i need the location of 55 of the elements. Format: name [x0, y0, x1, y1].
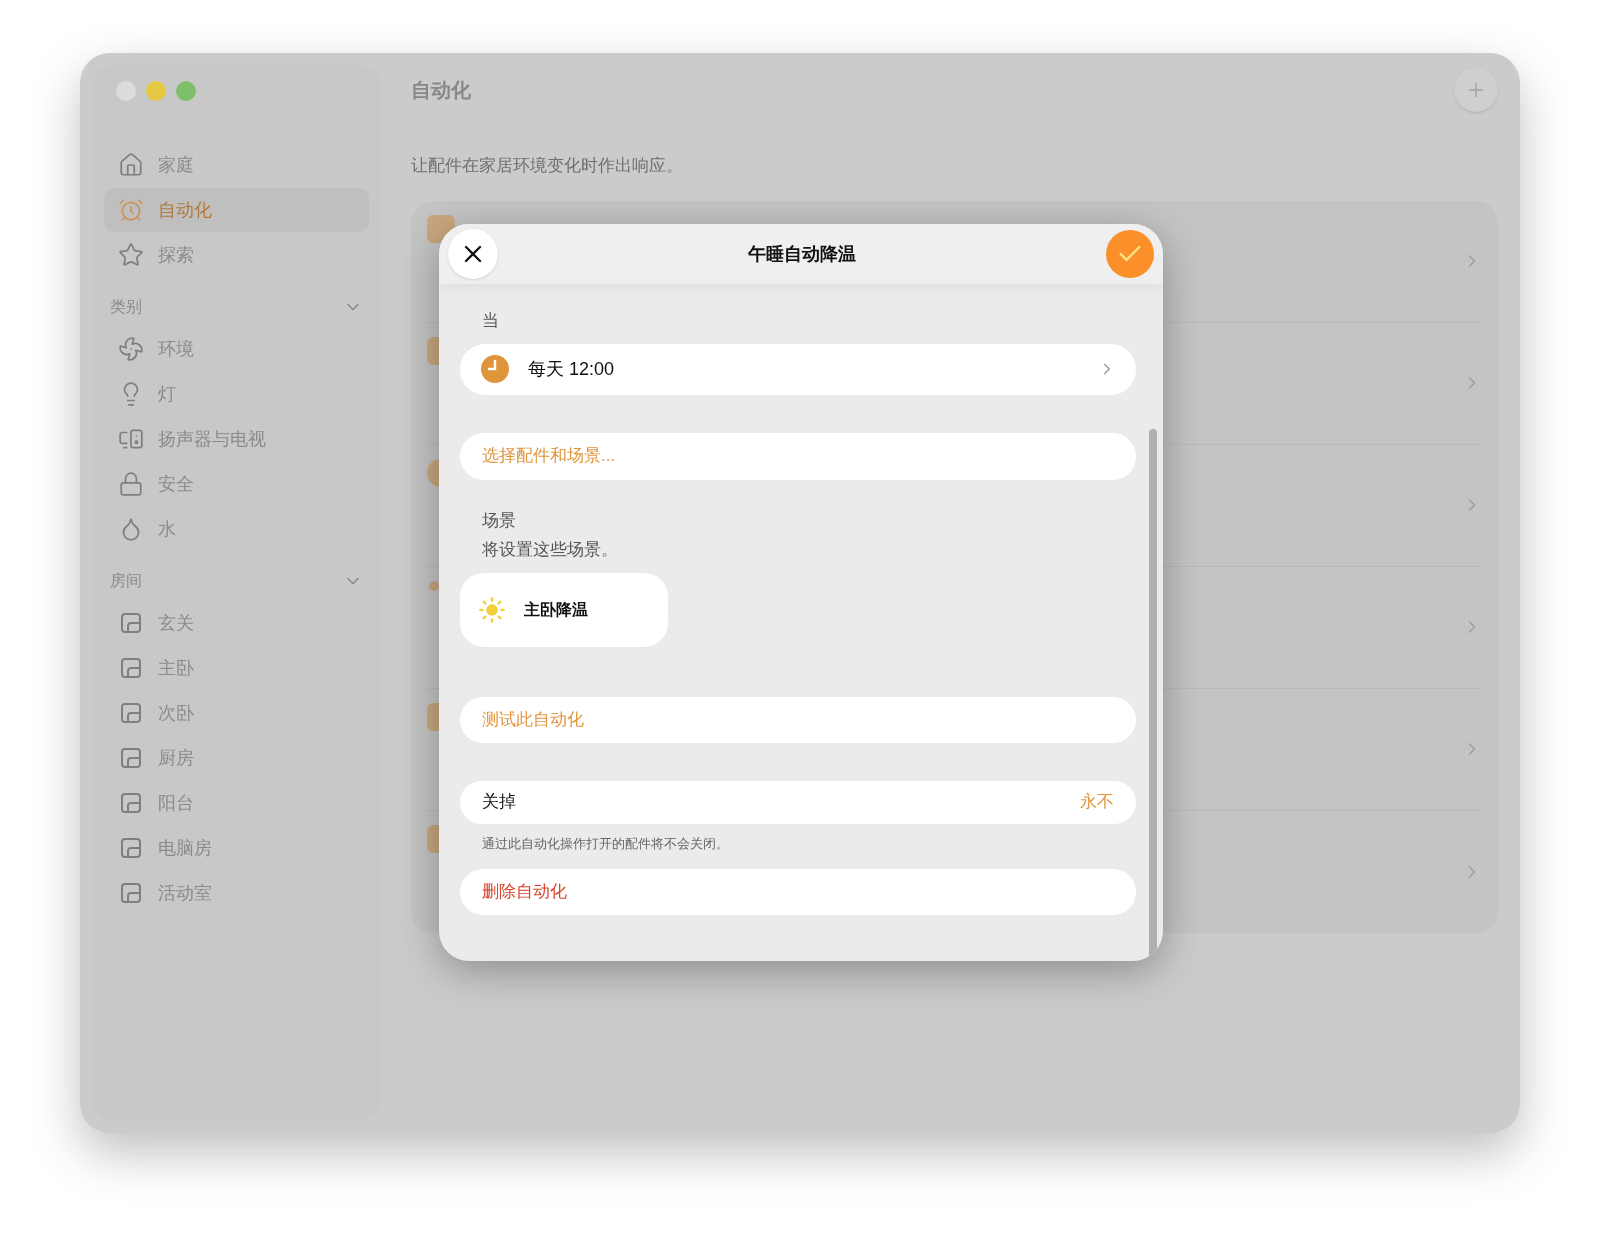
- sidebar-item[interactable]: 探索: [104, 233, 369, 277]
- automation-icon: [429, 580, 439, 591]
- close-button[interactable]: [448, 229, 498, 279]
- trigger-row[interactable]: 每天 12:00: [460, 343, 1136, 395]
- turn-off-value: 永不: [1080, 791, 1114, 814]
- scene-tile[interactable]: 主卧降温: [460, 572, 668, 647]
- sidebar-item[interactable]: 阳台: [104, 781, 369, 825]
- scene-name: 主卧降温: [524, 599, 588, 620]
- lock-icon: [118, 471, 144, 497]
- section-label: 当: [482, 310, 500, 332]
- sidebar-item[interactable]: 扬声器与电视: [104, 417, 369, 461]
- monitor-speaker-icon: [118, 426, 144, 452]
- sun-icon: [478, 595, 506, 624]
- add-button[interactable]: [1454, 68, 1498, 112]
- dialog-title: 午睡自动降温: [748, 242, 856, 266]
- section-description: 将设置这些场景。: [482, 539, 619, 561]
- fan-icon: [118, 336, 144, 362]
- sidebar-item[interactable]: 自动化: [104, 188, 369, 232]
- sidebar-item[interactable]: 次卧: [104, 691, 369, 735]
- room-icon: [119, 836, 143, 860]
- room-icon: [119, 746, 143, 770]
- sidebar-item[interactable]: 玄关: [104, 601, 369, 645]
- sidebar-item[interactable]: 活动室: [104, 871, 369, 915]
- house-icon: [118, 152, 144, 178]
- room-icon: [119, 791, 143, 815]
- room-icon: [119, 701, 143, 725]
- turn-off-note: 通过此自动化操作打开的配件将不会关闭。: [482, 834, 730, 853]
- maximize-window-icon[interactable]: [176, 81, 196, 101]
- turn-off-label: 关掉: [482, 791, 516, 814]
- section-label: 场景: [482, 509, 517, 532]
- page-title: 自动化: [411, 78, 471, 103]
- sidebar-item[interactable]: 安全: [104, 462, 369, 506]
- star-icon: [118, 242, 144, 268]
- select-accessories-button[interactable]: 选择配件和场景...: [460, 432, 1136, 480]
- page-subtitle: 让配件在家居环境变化时作出响应。: [411, 155, 684, 177]
- sidebar-item[interactable]: 家庭: [104, 143, 369, 187]
- alarm-clock-icon: [118, 197, 144, 223]
- room-icon: [119, 881, 143, 905]
- section-header: 类别: [110, 297, 142, 317]
- sidebar-item[interactable]: 环境: [104, 327, 369, 371]
- room-icon: [119, 611, 143, 635]
- clock-icon: [480, 354, 510, 384]
- turn-off-row[interactable]: 关掉 永不: [460, 780, 1136, 824]
- delete-automation-button[interactable]: 删除自动化: [460, 869, 1136, 915]
- sidebar-item[interactable]: 电脑房: [104, 826, 369, 870]
- minimize-window-icon[interactable]: [146, 81, 166, 101]
- sidebar-item[interactable]: 灯: [104, 372, 369, 416]
- sidebar-item[interactable]: 水: [104, 507, 369, 551]
- trigger-time: 每天 12:00: [528, 357, 616, 381]
- section-header: 房间: [110, 571, 142, 591]
- sidebar-item[interactable]: 厨房: [104, 736, 369, 780]
- done-button[interactable]: [1106, 230, 1154, 278]
- test-automation-button[interactable]: 测试此自动化: [460, 696, 1136, 743]
- room-icon: [119, 656, 143, 680]
- sidebar-item[interactable]: 主卧: [104, 646, 369, 690]
